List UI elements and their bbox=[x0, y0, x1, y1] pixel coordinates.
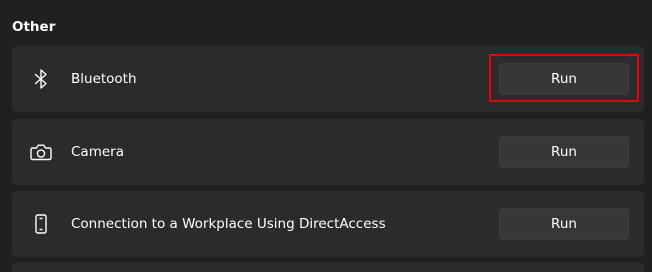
camera-icon bbox=[30, 141, 52, 163]
troubleshooter-item-bluetooth: Bluetooth Run bbox=[12, 46, 644, 112]
run-directaccess-button[interactable]: Run bbox=[499, 208, 629, 240]
troubleshooter-item-directaccess: Connection to a Workplace Using DirectAc… bbox=[12, 191, 644, 257]
item-label-bluetooth: Bluetooth bbox=[71, 71, 137, 87]
item-label-camera: Camera bbox=[71, 144, 124, 160]
section-title: Other bbox=[12, 19, 56, 35]
phone-device-icon bbox=[30, 213, 52, 235]
run-camera-button[interactable]: Run bbox=[499, 136, 629, 168]
run-bluetooth-button[interactable]: Run bbox=[499, 63, 629, 95]
bluetooth-icon bbox=[30, 68, 52, 90]
troubleshooter-item-partial bbox=[12, 262, 644, 272]
troubleshooter-item-camera: Camera Run bbox=[12, 119, 644, 185]
item-label-directaccess: Connection to a Workplace Using DirectAc… bbox=[71, 216, 386, 232]
